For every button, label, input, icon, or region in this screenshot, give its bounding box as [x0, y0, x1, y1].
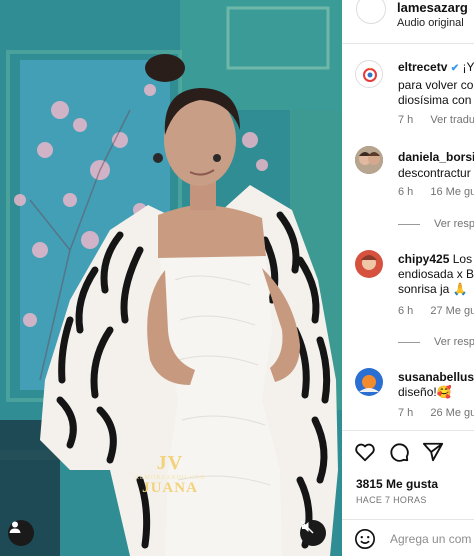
comment-username-text[interactable]: chipy425 — [398, 252, 449, 266]
see-translation-link[interactable]: Ver traduc — [430, 114, 474, 126]
comment-input[interactable]: Agrega un com — [390, 532, 471, 546]
tagged-users-button[interactable] — [8, 520, 34, 546]
comment-icon[interactable] — [388, 441, 410, 463]
post-actions: 3815 Me gusta HACE 7 HORAS Agrega un com — [342, 430, 474, 556]
author-username[interactable]: lamesazarg — [397, 0, 468, 15]
comment-line: endiosada x B — [398, 267, 474, 281]
avatar-photo — [355, 146, 383, 174]
share-icon[interactable] — [422, 441, 444, 463]
muted-speaker-icon — [300, 520, 314, 534]
action-icons — [354, 441, 444, 463]
author-avatar[interactable] — [356, 0, 386, 24]
view-replies-link[interactable]: Ver resp — [398, 218, 474, 230]
view-replies-link[interactable]: Ver resp — [398, 336, 474, 348]
mute-button[interactable] — [300, 520, 326, 546]
watermark-emblem: JV — [156, 452, 184, 474]
comment-meta: 7 h 26 Me gust — [398, 407, 474, 419]
channel-watermark: JV ALMORZANDO CON JUANA — [132, 452, 208, 496]
comment-line: descontractur — [398, 166, 471, 180]
comment-line: Los — [452, 252, 473, 266]
comment-avatar[interactable] — [355, 250, 383, 278]
post-time: HACE 7 HORAS — [356, 495, 427, 505]
comment-time: 6 h — [398, 305, 414, 317]
comment-line: diosísima con — [398, 93, 472, 107]
avatar-photo — [355, 250, 383, 278]
comment-meta: 6 h 27 Me gust — [398, 305, 474, 317]
comment-username[interactable]: eltrecetv ✔ ¡Y — [398, 60, 474, 74]
emoji-icon[interactable] — [354, 528, 376, 550]
comment-likes[interactable]: 27 Me gust — [430, 305, 474, 317]
comment-line: ¡Y — [462, 60, 474, 74]
likes-count[interactable]: 3815 Me gusta — [356, 477, 438, 491]
comment-time: 7 h — [398, 407, 414, 419]
comment-line: sonrisa ja 🙏 — [398, 282, 468, 296]
watermark-big-text: JUANA — [142, 480, 198, 496]
audio-label[interactable]: Audio original — [397, 17, 464, 29]
comment-username[interactable]: chipy425 Los — [398, 252, 472, 266]
comment-time: 7 h — [398, 114, 414, 126]
comment-avatar[interactable] — [355, 368, 383, 396]
eltrece-logo-avatar[interactable] — [355, 60, 383, 88]
avatar-photo — [355, 368, 383, 396]
user-icon — [9, 521, 21, 533]
comment-username[interactable]: susanabellusc — [398, 370, 474, 384]
add-comment-bar: Agrega un com — [342, 519, 474, 556]
heart-icon[interactable] — [354, 441, 376, 463]
comment-likes[interactable]: 16 Me gust — [430, 186, 474, 198]
post-side-panel: lamesazarg Audio original eltrecetv ✔ ¡Y… — [342, 0, 474, 556]
post-header: lamesazarg Audio original — [342, 0, 474, 44]
comment-line: para volver co — [398, 78, 474, 92]
comment-username[interactable]: daniela_borsin — [398, 150, 474, 164]
comment-username-text[interactable]: eltrecetv — [398, 60, 447, 74]
verified-badge-icon: ✔ — [450, 63, 460, 74]
comment-meta: 6 h 16 Me gust — [398, 186, 474, 198]
comment-meta: 7 h Ver traduc — [398, 114, 474, 126]
comment-likes[interactable]: 26 Me gust — [430, 407, 474, 419]
post-media[interactable]: JV ALMORZANDO CON JUANA — [0, 0, 342, 556]
comment-avatar[interactable] — [355, 146, 383, 174]
comment-line: diseño!🥰 — [398, 385, 452, 399]
comment-time: 6 h — [398, 186, 414, 198]
eltrece-logo-icon — [363, 67, 377, 82]
